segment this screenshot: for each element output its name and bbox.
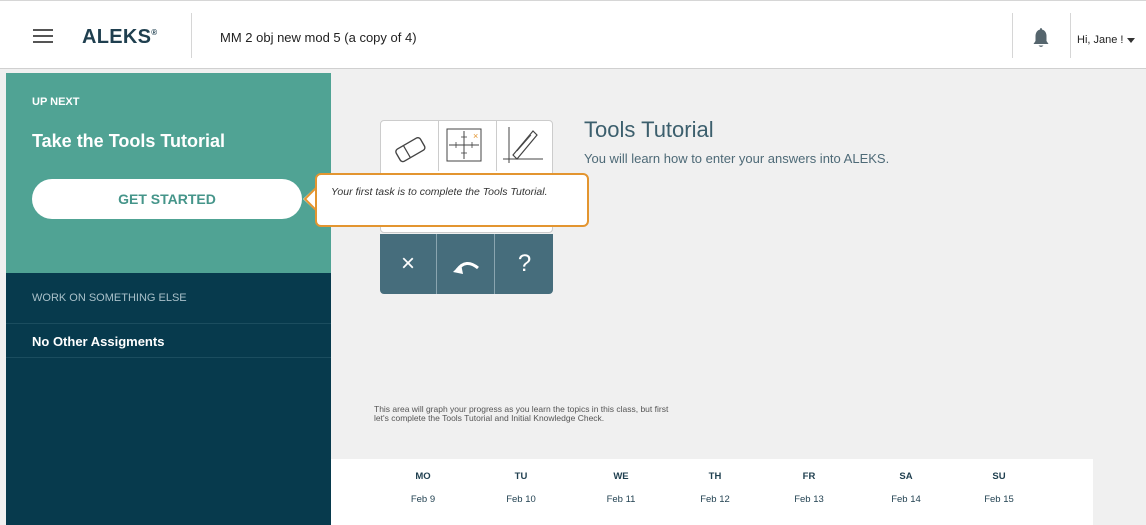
day-of-week: TU bbox=[514, 471, 528, 482]
pencil-cell bbox=[497, 121, 554, 171]
top-header: ALEKS® MM 2 obj new mod 5 (a copy of 4) … bbox=[0, 0, 1146, 69]
up-next-label: UP NEXT bbox=[32, 96, 80, 108]
user-greeting: Hi, Jane ! bbox=[1077, 34, 1124, 46]
day-monday: MO Feb 9 bbox=[393, 471, 453, 505]
undo-arrow-icon bbox=[453, 262, 479, 274]
day-of-week: FR bbox=[802, 471, 816, 482]
day-date: Feb 10 bbox=[506, 494, 536, 505]
tutorial-callout: Your first task is to complete the Tools… bbox=[315, 173, 589, 227]
hamburger-menu-icon[interactable] bbox=[33, 29, 53, 43]
logo-text: ALEKS bbox=[82, 26, 152, 48]
week-calendar: MO Feb 9 TU Feb 10 WE Feb 11 TH Feb 12 F… bbox=[331, 459, 1093, 525]
day-of-week: SA bbox=[899, 471, 913, 482]
progress-note: This area will graph your progress as yo… bbox=[374, 404, 669, 423]
svg-text:×: × bbox=[473, 131, 478, 141]
tutorial-title: Tools Tutorial bbox=[584, 117, 714, 142]
header-divider bbox=[1012, 13, 1013, 58]
logo-registered-mark: ® bbox=[151, 28, 158, 37]
eraser-cell bbox=[381, 121, 439, 171]
day-date: Feb 11 bbox=[606, 494, 636, 505]
no-assignments-text: No Other Assigments bbox=[32, 334, 165, 349]
tutorial-description: You will learn how to enter your answers… bbox=[584, 151, 890, 166]
header-divider bbox=[191, 13, 192, 58]
class-title[interactable]: MM 2 obj new mod 5 (a copy of 4) bbox=[220, 30, 417, 45]
callout-text: Your first task is to complete the Tools… bbox=[331, 186, 548, 198]
day-date: Feb 14 bbox=[891, 494, 921, 505]
day-wednesday: WE Feb 11 bbox=[591, 471, 651, 505]
undo-icon bbox=[438, 234, 495, 294]
up-next-panel: UP NEXT Take the Tools Tutorial GET STAR… bbox=[6, 73, 331, 273]
clear-x-icon: × bbox=[380, 234, 437, 294]
divider bbox=[6, 357, 331, 358]
day-of-week: WE bbox=[613, 471, 629, 482]
pencil-graph-icon bbox=[503, 127, 543, 163]
header-divider bbox=[1070, 13, 1071, 58]
day-date: Feb 12 bbox=[700, 494, 730, 505]
day-friday: FR Feb 13 bbox=[779, 471, 839, 505]
day-of-week: SU bbox=[992, 471, 1006, 482]
day-saturday: SA Feb 14 bbox=[876, 471, 936, 505]
day-date: Feb 13 bbox=[794, 494, 824, 505]
tools-palette-bottom: × ? bbox=[380, 234, 553, 294]
help-icon: ? bbox=[517, 250, 532, 277]
user-menu[interactable]: Hi, Jane ! bbox=[1077, 34, 1136, 46]
task-title: Take the Tools Tutorial bbox=[32, 131, 226, 151]
day-of-week: TH bbox=[708, 471, 722, 482]
divider bbox=[6, 323, 331, 324]
graph-cell: × bbox=[439, 121, 497, 171]
aleks-logo[interactable]: ALEKS® bbox=[82, 26, 158, 49]
day-date: Feb 9 bbox=[410, 494, 436, 505]
graph-grid-icon: × bbox=[446, 128, 482, 162]
eraser-icon bbox=[395, 136, 426, 163]
bell-icon[interactable] bbox=[1032, 27, 1050, 49]
other-work-panel: WORK ON SOMETHING ELSE No Other Assigmen… bbox=[6, 273, 331, 525]
day-sunday: SU Feb 15 bbox=[969, 471, 1029, 505]
get-started-button[interactable]: GET STARTED bbox=[32, 179, 302, 219]
day-tuesday: TU Feb 10 bbox=[491, 471, 551, 505]
day-date: Feb 15 bbox=[984, 494, 1014, 505]
work-else-label: WORK ON SOMETHING ELSE bbox=[32, 292, 187, 304]
day-of-week: MO bbox=[415, 471, 431, 482]
caret-down-icon bbox=[1127, 37, 1136, 43]
day-thursday: TH Feb 12 bbox=[685, 471, 745, 505]
